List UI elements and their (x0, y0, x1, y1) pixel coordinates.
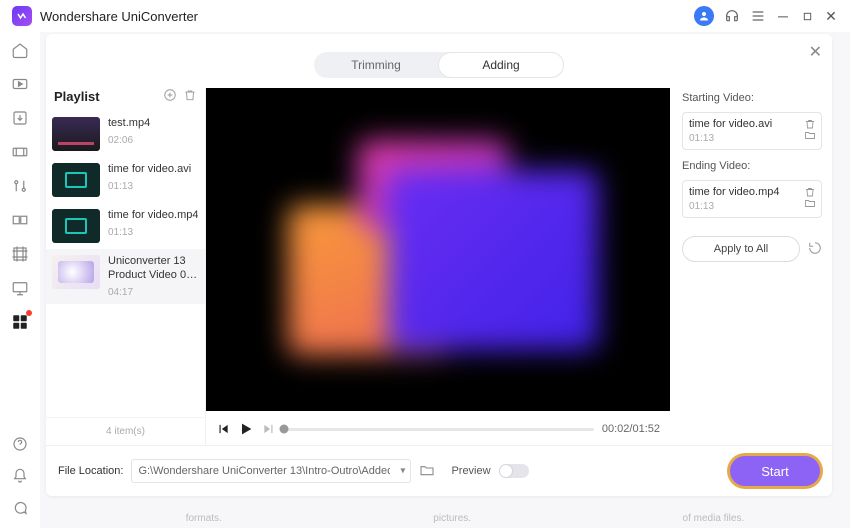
rail-home-icon[interactable] (10, 40, 30, 60)
thumbnail (52, 117, 100, 151)
account-icon[interactable] (694, 6, 714, 26)
playlist-item[interactable]: time for video.mp4 01:13 (46, 203, 205, 249)
reset-icon[interactable] (808, 241, 822, 258)
app-title: Wondershare UniConverter (40, 9, 198, 24)
rail-toolbox-icon[interactable] (10, 312, 30, 332)
panel-close-icon[interactable]: ✕ (809, 42, 822, 62)
preview-column: 00:02/01:52 (206, 88, 670, 445)
playlist-item[interactable]: Uniconverter 13 Product Video 0… 04:17 (46, 249, 205, 304)
rail-merge-icon[interactable] (10, 210, 30, 230)
menu-icon[interactable] (750, 8, 766, 24)
playlist-item-name: test.mp4 (108, 117, 150, 131)
rail-video-icon[interactable] (10, 74, 30, 94)
ending-video-field: time for video.mp4 01:13 (682, 180, 822, 218)
player-controls: 00:02/01:52 (206, 417, 670, 445)
playlist-item-duration: 02:06 (108, 135, 150, 146)
app-logo (12, 6, 32, 26)
panel-footer: File Location: ▾ Preview Start (46, 445, 832, 496)
starting-folder-icon[interactable] (804, 129, 816, 144)
rail-help-icon[interactable] (10, 434, 30, 454)
file-location-input[interactable] (131, 459, 411, 483)
support-icon[interactable] (724, 8, 740, 24)
maximize-button[interactable] (800, 9, 814, 23)
starting-video-label: Starting Video: (682, 92, 822, 104)
ending-video-duration: 01:13 (689, 201, 714, 212)
tab-trimming[interactable]: Trimming (314, 52, 438, 78)
timecode: 00:02/01:52 (602, 423, 660, 435)
ending-video-label: Ending Video: (682, 160, 822, 172)
thumbnail (52, 255, 100, 289)
browse-folder-icon[interactable] (419, 462, 435, 481)
playlist-item-name: Uniconverter 13 Product Video 0… (108, 255, 199, 283)
playlist-item-name: time for video.mp4 (108, 209, 198, 223)
rail-compress-icon[interactable] (10, 142, 30, 162)
ending-folder-icon[interactable] (804, 197, 816, 212)
notification-dot (26, 310, 32, 316)
rail-download-icon[interactable] (10, 108, 30, 128)
playlist-item[interactable]: time for video.avi 01:13 (46, 157, 205, 203)
mode-segmented: Trimming Adding (314, 52, 564, 78)
tab-adding[interactable]: Adding (438, 52, 564, 78)
playlist-item-duration: 01:13 (108, 181, 191, 192)
start-button[interactable]: Start (730, 456, 820, 486)
playlist-delete-icon[interactable] (183, 88, 197, 105)
play-icon[interactable] (238, 421, 254, 437)
playlist-item-duration: 04:17 (108, 287, 199, 298)
close-button[interactable]: ✕ (824, 9, 838, 23)
starting-video-field: time for video.avi 01:13 (682, 112, 822, 150)
playlist-item-name: time for video.avi (108, 163, 191, 177)
playlist-item-duration: 01:13 (108, 227, 198, 238)
rail-edit-icon[interactable] (10, 176, 30, 196)
playlist-column: Playlist test.mp4 02:06 time for video.av… (46, 88, 206, 445)
titlebar: Wondershare UniConverter ─ ✕ (0, 0, 850, 32)
rail-screen-icon[interactable] (10, 278, 30, 298)
rail-bell-icon[interactable] (10, 466, 30, 486)
file-location-label: File Location: (58, 465, 123, 477)
left-rail (0, 32, 40, 528)
preview-toggle[interactable] (499, 464, 529, 478)
next-frame-icon[interactable] (262, 422, 276, 436)
starting-video-value: time for video.avi (689, 118, 772, 130)
playlist-item[interactable]: test.mp4 02:06 (46, 111, 205, 157)
intro-outro-panel: ✕ Trimming Adding Playlist (46, 34, 832, 496)
thumbnail (52, 209, 100, 243)
rail-feedback-icon[interactable] (10, 498, 30, 518)
settings-column: Starting Video: time for video.avi 01:13… (670, 88, 832, 445)
playlist-title: Playlist (54, 89, 100, 104)
thumbnail (52, 163, 100, 197)
ending-video-value: time for video.mp4 (689, 186, 779, 198)
playlist-add-icon[interactable] (163, 88, 177, 105)
background-hints: formats.pictures.of media files. (80, 513, 850, 524)
prev-frame-icon[interactable] (216, 422, 230, 436)
starting-video-duration: 01:13 (689, 133, 714, 144)
playlist-count: 4 item(s) (46, 417, 205, 445)
preview-label: Preview (451, 465, 490, 477)
video-preview[interactable] (206, 88, 670, 411)
minimize-button[interactable]: ─ (776, 9, 790, 23)
seek-track[interactable] (284, 428, 594, 431)
apply-to-all-button[interactable]: Apply to All (682, 236, 800, 262)
rail-crop-icon[interactable] (10, 244, 30, 264)
